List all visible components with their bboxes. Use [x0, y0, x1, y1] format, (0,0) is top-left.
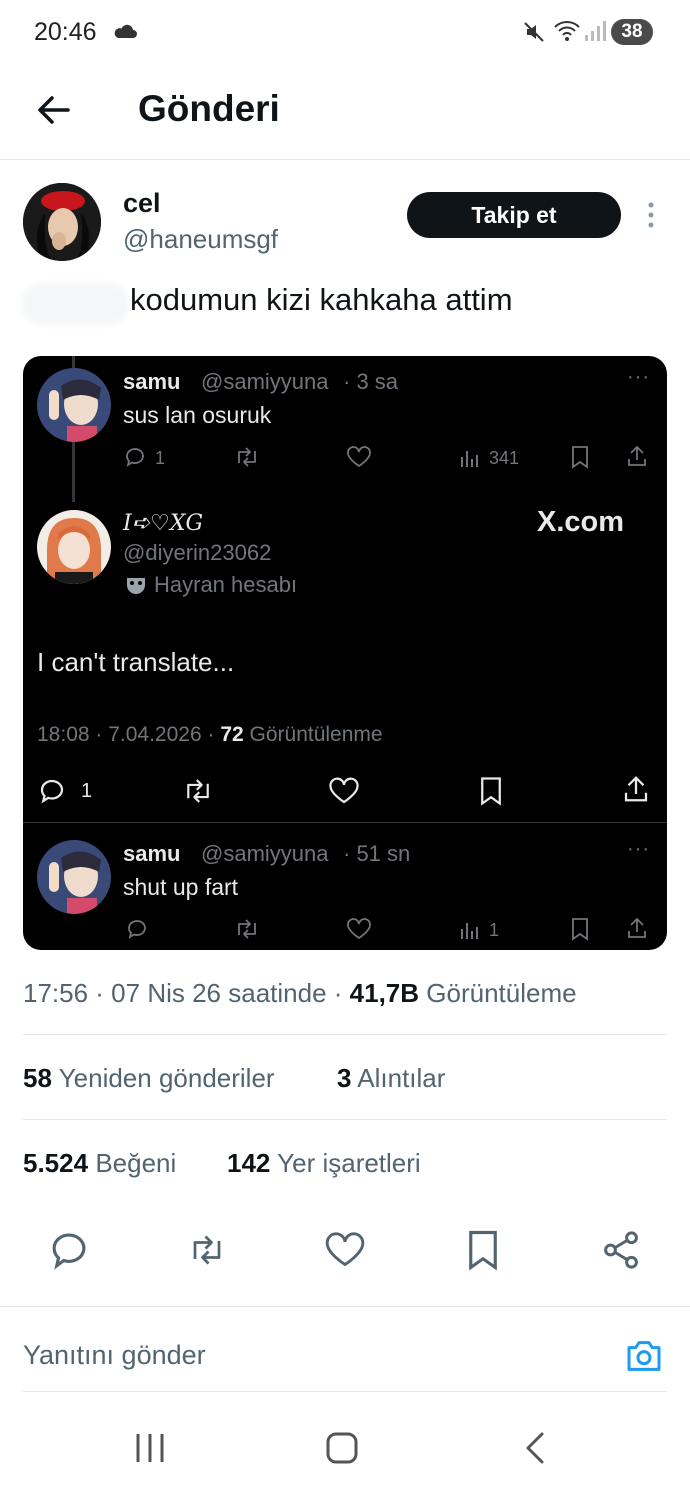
back-arrow-icon[interactable] — [34, 90, 74, 130]
embed-main-replies: 1 — [81, 780, 93, 802]
wifi-icon — [553, 18, 581, 49]
quotes-count: 3 — [337, 1063, 352, 1093]
views-icon — [459, 919, 481, 946]
embedded-screenshot[interactable]: samu @samiyyuna · 3 sa ··· sus lan osuru… — [23, 356, 667, 950]
embed-time: · 3 sa — [343, 369, 399, 394]
signal-icon — [584, 20, 606, 47]
battery-indicator: 38 — [611, 19, 653, 45]
embed-reply-name: samu — [123, 841, 181, 866]
embed-avatar-diyerin — [37, 510, 111, 584]
bookmarks-count: 142 — [227, 1148, 271, 1178]
likes-stat[interactable]: 5.524 Beğeni — [23, 1148, 176, 1179]
author-name[interactable]: cel — [123, 188, 161, 219]
quotes-label: Alıntılar — [357, 1063, 446, 1093]
reposts-stat[interactable]: 58 Yeniden gönderiler — [23, 1063, 275, 1094]
reposts-count: 58 — [23, 1063, 52, 1093]
embed-views-count: 341 — [489, 448, 520, 468]
share-icon — [625, 444, 649, 473]
mask-icon — [125, 574, 147, 601]
bookmarks-label: Yer işaretleri — [277, 1148, 421, 1178]
embed-reply-time: · 51 sn — [343, 841, 411, 866]
repost-icon — [233, 445, 261, 474]
embed-reply-text: shut up fart — [123, 874, 239, 900]
embed-main-views-count: 72 — [220, 723, 244, 746]
likes-count: 5.524 — [23, 1148, 89, 1178]
embed-main-name: I➪♡XG — [123, 511, 204, 536]
repost-icon — [233, 917, 261, 946]
mute-icon — [522, 20, 546, 49]
reply-button[interactable] — [48, 1229, 90, 1271]
cloud-icon — [112, 22, 138, 45]
page-title: Gönderi — [138, 88, 280, 129]
likes-label: Beğeni — [95, 1148, 177, 1178]
home-icon[interactable] — [322, 1430, 362, 1466]
bookmark-icon — [477, 776, 505, 811]
divider — [23, 1119, 667, 1120]
embed-main-date: 18:08 · 7.04.2026 · — [37, 723, 215, 746]
embed-main-handle: @diyerin23062 — [123, 540, 272, 565]
embed-text: sus lan osuruk — [123, 402, 272, 428]
redacted-blur — [22, 283, 128, 325]
heart-icon — [346, 917, 372, 946]
status-bar: 20:46 38 — [0, 0, 690, 64]
embed-separator — [23, 822, 667, 823]
author-avatar[interactable] — [23, 183, 101, 261]
share-button[interactable] — [600, 1229, 642, 1271]
embed-name: samu — [123, 369, 181, 394]
brand-label: X.com — [537, 506, 625, 538]
tweet-timestamp: 17:56 · 07 Nis 26 saatinde · 41,7B Görün… — [23, 978, 577, 1009]
bookmark-icon — [569, 917, 591, 946]
views-count[interactable]: 41,7B — [350, 978, 419, 1008]
bookmark-button[interactable] — [462, 1229, 504, 1271]
top-header: Gönderi — [0, 64, 690, 160]
bookmark-icon — [569, 445, 591, 474]
views-icon — [459, 447, 481, 474]
embed-more-icon: ··· — [627, 838, 650, 860]
reposts-label: Yeniden gönderiler — [58, 1063, 275, 1093]
share-icon — [621, 774, 651, 809]
divider — [23, 1391, 667, 1392]
reply-icon — [123, 445, 147, 474]
reply-icon — [37, 776, 67, 811]
views-label: Görüntüleme — [426, 978, 577, 1008]
author-handle[interactable]: @haneumsgf — [123, 224, 278, 255]
quotes-stat[interactable]: 3 Alıntılar — [337, 1063, 445, 1094]
follow-button[interactable]: Takip et — [407, 192, 621, 238]
repost-icon — [181, 776, 215, 811]
embed-main-text: I can't translate... — [37, 647, 235, 677]
tweet-text: kodumun kizi kahkaha attim — [130, 282, 513, 317]
recent-apps-icon[interactable] — [130, 1430, 170, 1466]
embed-reply-handle: @samiyyuna — [201, 841, 329, 866]
fan-account-label: Hayran hesabı — [154, 572, 298, 597]
more-options-icon[interactable] — [640, 200, 662, 230]
embed-reply-views: 1 — [489, 920, 500, 940]
embed-handle: @samiyyuna — [201, 369, 329, 394]
embed-avatar-samu — [37, 840, 111, 914]
heart-icon — [346, 445, 372, 474]
heart-icon — [328, 776, 360, 811]
embed-main-meta: 18:08 · 7.04.2026 · 72 Görüntülenme — [37, 723, 383, 747]
share-icon — [625, 916, 649, 945]
reply-input[interactable]: Yanıtını gönder — [23, 1340, 206, 1371]
repost-button[interactable] — [186, 1229, 228, 1271]
bookmarks-stat[interactable]: 142 Yer işaretleri — [227, 1148, 421, 1179]
timestamp-text: 17:56 · 07 Nis 26 saatinde · — [23, 978, 343, 1008]
status-time: 20:46 — [34, 18, 97, 46]
divider — [23, 1034, 667, 1035]
embed-reply-count: 1 — [155, 448, 166, 468]
divider — [0, 1306, 690, 1307]
like-button[interactable] — [324, 1229, 366, 1271]
back-nav-icon[interactable] — [516, 1430, 556, 1466]
embed-avatar-samu — [37, 368, 111, 442]
camera-icon[interactable] — [624, 1336, 664, 1376]
embed-main-views-label: Görüntülenme — [249, 723, 383, 746]
embed-more-icon: ··· — [627, 366, 650, 388]
reply-icon — [125, 917, 149, 946]
